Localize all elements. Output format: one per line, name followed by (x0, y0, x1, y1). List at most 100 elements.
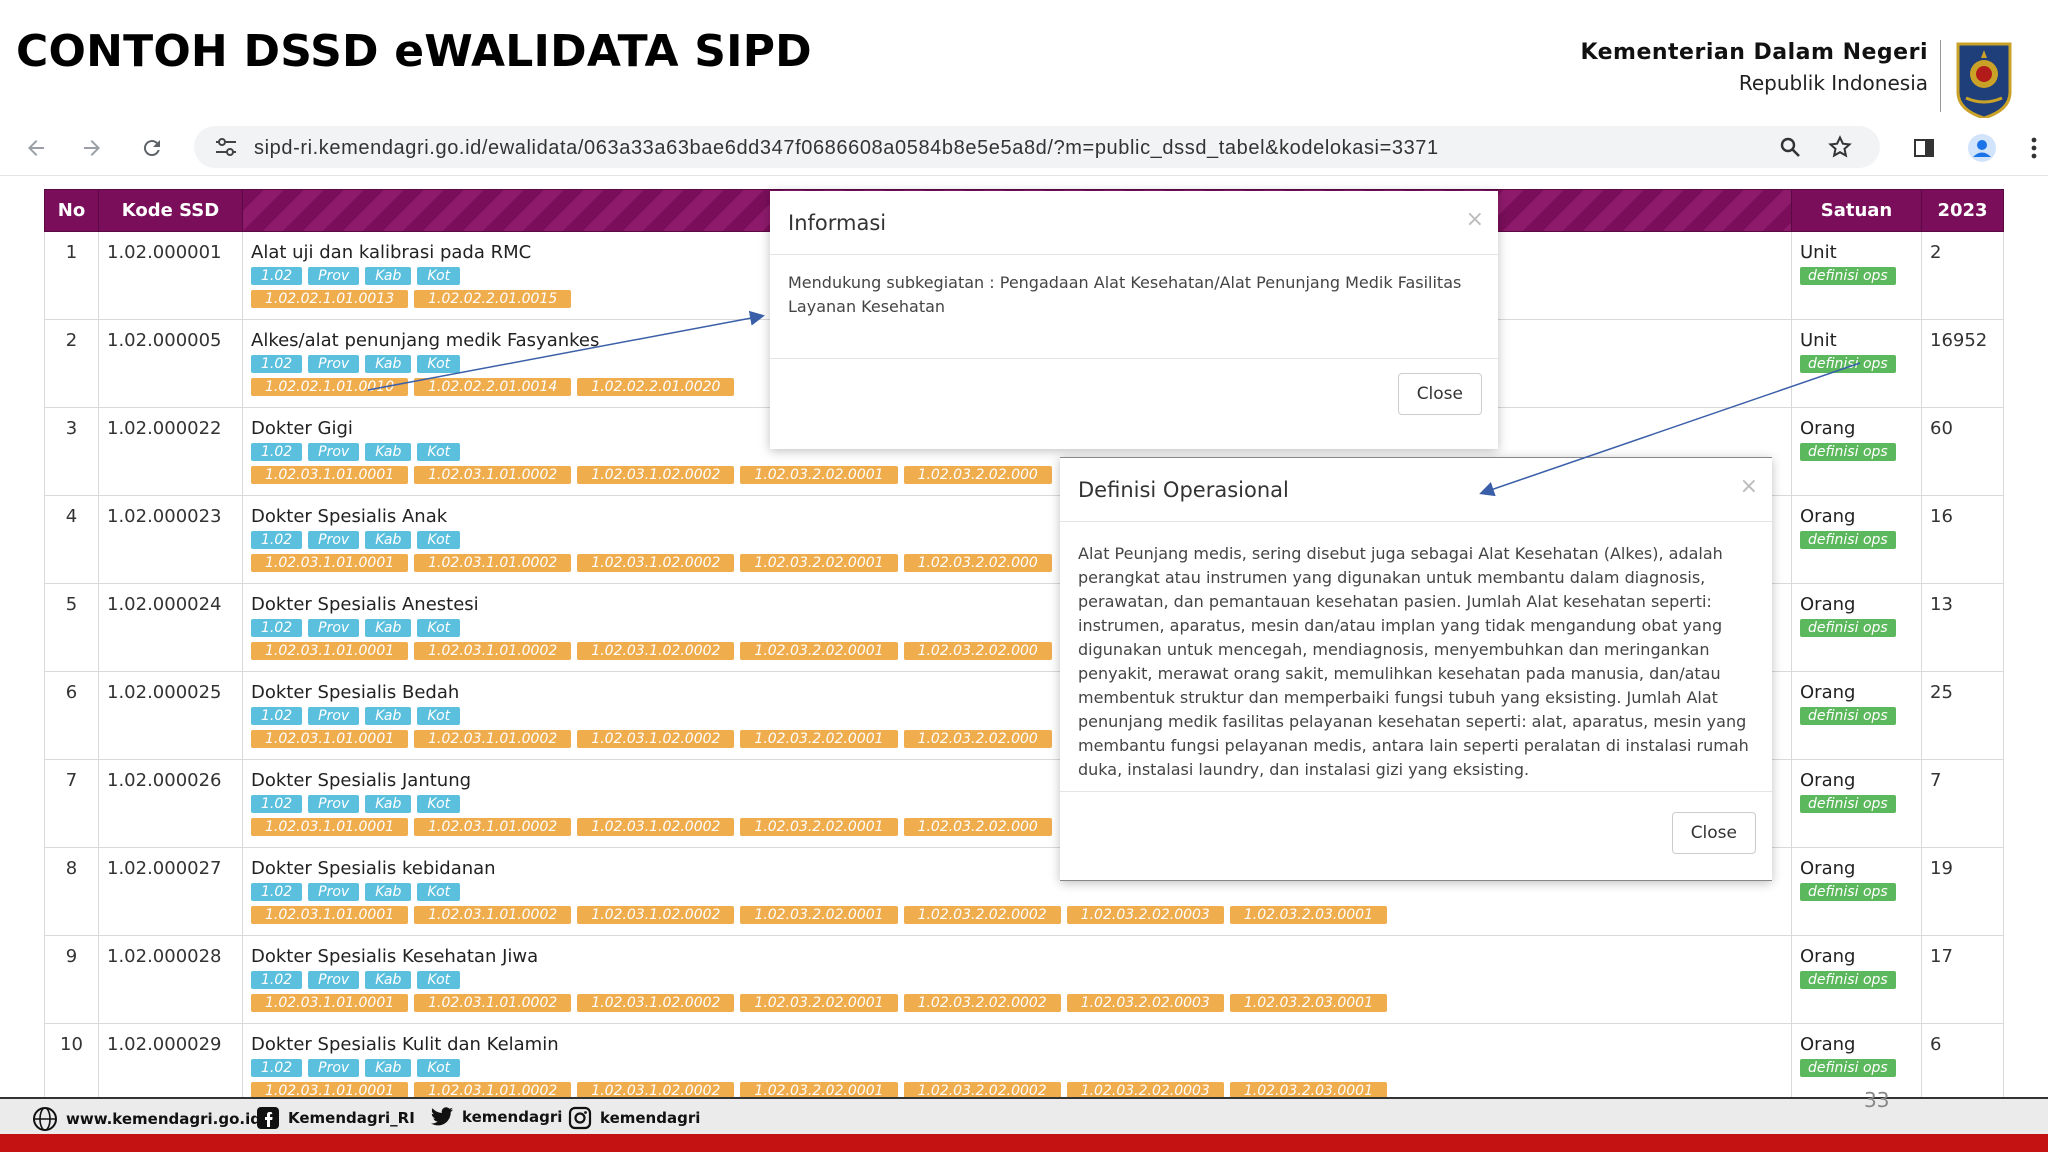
forward-arrow-icon[interactable] (76, 132, 108, 164)
level-tag[interactable]: Prov (308, 707, 360, 725)
subkegiatan-code-tag[interactable]: 1.02.03.2.02.0002 (903, 994, 1061, 1012)
definisi-ops-button[interactable]: definisi ops (1800, 707, 1896, 725)
subkegiatan-code-tag[interactable]: 1.02.03.2.02.0003 (1066, 994, 1224, 1012)
subkegiatan-code-tag[interactable]: 1.02.03.2.02.0003 (1066, 1082, 1224, 1097)
subkegiatan-code-tag[interactable]: 1.02.03.1.02.0002 (577, 642, 735, 660)
definisi-close-button[interactable]: Close (1671, 812, 1756, 854)
subkegiatan-code-tag[interactable]: 1.02.03.1.01.0001 (251, 642, 409, 660)
level-tag[interactable]: Kab (365, 443, 412, 461)
definisi-ops-button[interactable]: definisi ops (1800, 443, 1896, 461)
level-tag[interactable]: Kot (417, 531, 461, 549)
close-icon[interactable]: × (1740, 474, 1758, 499)
level-tag[interactable]: Kab (365, 971, 412, 989)
more-menu-icon[interactable] (2024, 132, 2044, 164)
level-tag[interactable]: 1.02 (251, 971, 303, 989)
header-kode-ssd[interactable]: Kode SSD (98, 189, 243, 232)
subkegiatan-code-tag[interactable]: 1.02.03.2.02.000 (903, 466, 1052, 484)
profile-avatar-icon[interactable] (1966, 132, 1998, 164)
level-tag[interactable]: Prov (308, 1059, 360, 1077)
definisi-ops-button[interactable]: definisi ops (1800, 531, 1896, 549)
back-arrow-icon[interactable] (20, 132, 52, 164)
level-tag[interactable]: Kab (365, 1059, 412, 1077)
close-icon[interactable]: × (1466, 207, 1484, 232)
level-tag[interactable]: 1.02 (251, 883, 303, 901)
subkegiatan-code-tag[interactable]: 1.02.03.2.03.0001 (1229, 906, 1387, 924)
subkegiatan-code-tag[interactable]: 1.02.02.1.01.0013 (251, 290, 409, 308)
level-tag[interactable]: 1.02 (251, 531, 303, 549)
subkegiatan-code-tag[interactable]: 1.02.02.1.01.0010 (251, 378, 409, 396)
level-tag[interactable]: Kot (417, 443, 461, 461)
level-tag[interactable]: Kot (417, 267, 461, 285)
level-tag[interactable]: Prov (308, 795, 360, 813)
subkegiatan-code-tag[interactable]: 1.02.03.2.02.000 (903, 818, 1052, 836)
subkegiatan-code-tag[interactable]: 1.02.03.2.02.0001 (740, 554, 898, 572)
subkegiatan-code-tag[interactable]: 1.02.03.2.03.0001 (1229, 994, 1387, 1012)
subkegiatan-code-tag[interactable]: 1.02.03.2.02.0001 (740, 466, 898, 484)
subkegiatan-code-tag[interactable]: 1.02.02.2.01.0020 (577, 378, 735, 396)
level-tag[interactable]: 1.02 (251, 707, 303, 725)
zoom-icon[interactable] (1774, 131, 1806, 163)
level-tag[interactable]: 1.02 (251, 443, 303, 461)
subkegiatan-code-tag[interactable]: 1.02.03.1.01.0001 (251, 1082, 409, 1097)
subkegiatan-code-tag[interactable]: 1.02.03.2.02.0001 (740, 818, 898, 836)
subkegiatan-code-tag[interactable]: 1.02.03.2.02.000 (903, 554, 1052, 572)
level-tag[interactable]: Kot (417, 971, 461, 989)
level-tag[interactable]: Prov (308, 267, 360, 285)
level-tag[interactable]: Kab (365, 355, 412, 373)
level-tag[interactable]: Kot (417, 355, 461, 373)
subkegiatan-code-tag[interactable]: 1.02.03.1.01.0001 (251, 466, 409, 484)
definisi-ops-button[interactable]: definisi ops (1800, 267, 1896, 285)
subkegiatan-code-tag[interactable]: 1.02.03.1.01.0002 (414, 554, 572, 572)
level-tag[interactable]: Kab (365, 795, 412, 813)
definisi-ops-button[interactable]: definisi ops (1800, 971, 1896, 989)
subkegiatan-code-tag[interactable]: 1.02.03.2.02.0002 (903, 1082, 1061, 1097)
subkegiatan-code-tag[interactable]: 1.02.03.1.02.0002 (577, 994, 735, 1012)
footer-twitter[interactable]: kemendagri (430, 1106, 562, 1128)
level-tag[interactable]: Kot (417, 795, 461, 813)
footer-facebook[interactable]: Kemendagri_RI (256, 1106, 415, 1130)
subkegiatan-code-tag[interactable]: 1.02.03.2.02.0001 (740, 906, 898, 924)
footer-website[interactable]: www.kemendagri.go.id (32, 1106, 261, 1132)
subkegiatan-code-tag[interactable]: 1.02.03.1.01.0002 (414, 1082, 572, 1097)
subkegiatan-code-tag[interactable]: 1.02.03.1.01.0002 (414, 818, 572, 836)
subkegiatan-code-tag[interactable]: 1.02.03.1.01.0001 (251, 994, 409, 1012)
side-panel-icon[interactable] (1908, 132, 1940, 164)
subkegiatan-code-tag[interactable]: 1.02.03.1.02.0002 (577, 466, 735, 484)
level-tag[interactable]: Kab (365, 883, 412, 901)
level-tag[interactable]: Kab (365, 267, 412, 285)
level-tag[interactable]: 1.02 (251, 355, 303, 373)
definisi-ops-button[interactable]: definisi ops (1800, 883, 1896, 901)
footer-instagram[interactable]: kemendagri (568, 1106, 700, 1130)
subkegiatan-code-tag[interactable]: 1.02.03.1.01.0002 (414, 730, 572, 748)
subkegiatan-code-tag[interactable]: 1.02.03.1.01.0002 (414, 906, 572, 924)
subkegiatan-code-tag[interactable]: 1.02.03.1.02.0002 (577, 818, 735, 836)
level-tag[interactable]: Prov (308, 971, 360, 989)
subkegiatan-code-tag[interactable]: 1.02.03.1.02.0002 (577, 554, 735, 572)
address-bar[interactable]: sipd-ri.kemendagri.go.id/ewalidata/063a3… (194, 126, 1880, 168)
subkegiatan-code-tag[interactable]: 1.02.03.2.02.0001 (740, 1082, 898, 1097)
level-tag[interactable]: Kot (417, 619, 461, 637)
level-tag[interactable]: 1.02 (251, 1059, 303, 1077)
site-settings-icon[interactable] (214, 136, 238, 158)
definisi-ops-button[interactable]: definisi ops (1800, 619, 1896, 637)
subkegiatan-code-tag[interactable]: 1.02.03.1.02.0002 (577, 730, 735, 748)
subkegiatan-code-tag[interactable]: 1.02.03.1.02.0002 (577, 1082, 735, 1097)
level-tag[interactable]: Prov (308, 531, 360, 549)
level-tag[interactable]: Kab (365, 619, 412, 637)
definisi-ops-button[interactable]: definisi ops (1800, 355, 1896, 373)
subkegiatan-code-tag[interactable]: 1.02.02.2.01.0015 (414, 290, 572, 308)
subkegiatan-code-tag[interactable]: 1.02.03.2.02.0001 (740, 730, 898, 748)
subkegiatan-code-tag[interactable]: 1.02.03.2.02.0001 (740, 994, 898, 1012)
level-tag[interactable]: 1.02 (251, 267, 303, 285)
definisi-ops-button[interactable]: definisi ops (1800, 1059, 1896, 1077)
definisi-ops-button[interactable]: definisi ops (1800, 795, 1896, 813)
level-tag[interactable]: Prov (308, 443, 360, 461)
subkegiatan-code-tag[interactable]: 1.02.03.2.02.000 (903, 730, 1052, 748)
subkegiatan-code-tag[interactable]: 1.02.03.1.02.0002 (577, 906, 735, 924)
subkegiatan-code-tag[interactable]: 1.02.03.1.01.0001 (251, 818, 409, 836)
informasi-close-button[interactable]: Close (1397, 373, 1482, 415)
bookmark-star-icon[interactable] (1824, 131, 1856, 163)
subkegiatan-code-tag[interactable]: 1.02.03.2.02.0003 (1066, 906, 1224, 924)
level-tag[interactable]: Prov (308, 619, 360, 637)
header-satuan[interactable]: Satuan (1791, 189, 1922, 232)
